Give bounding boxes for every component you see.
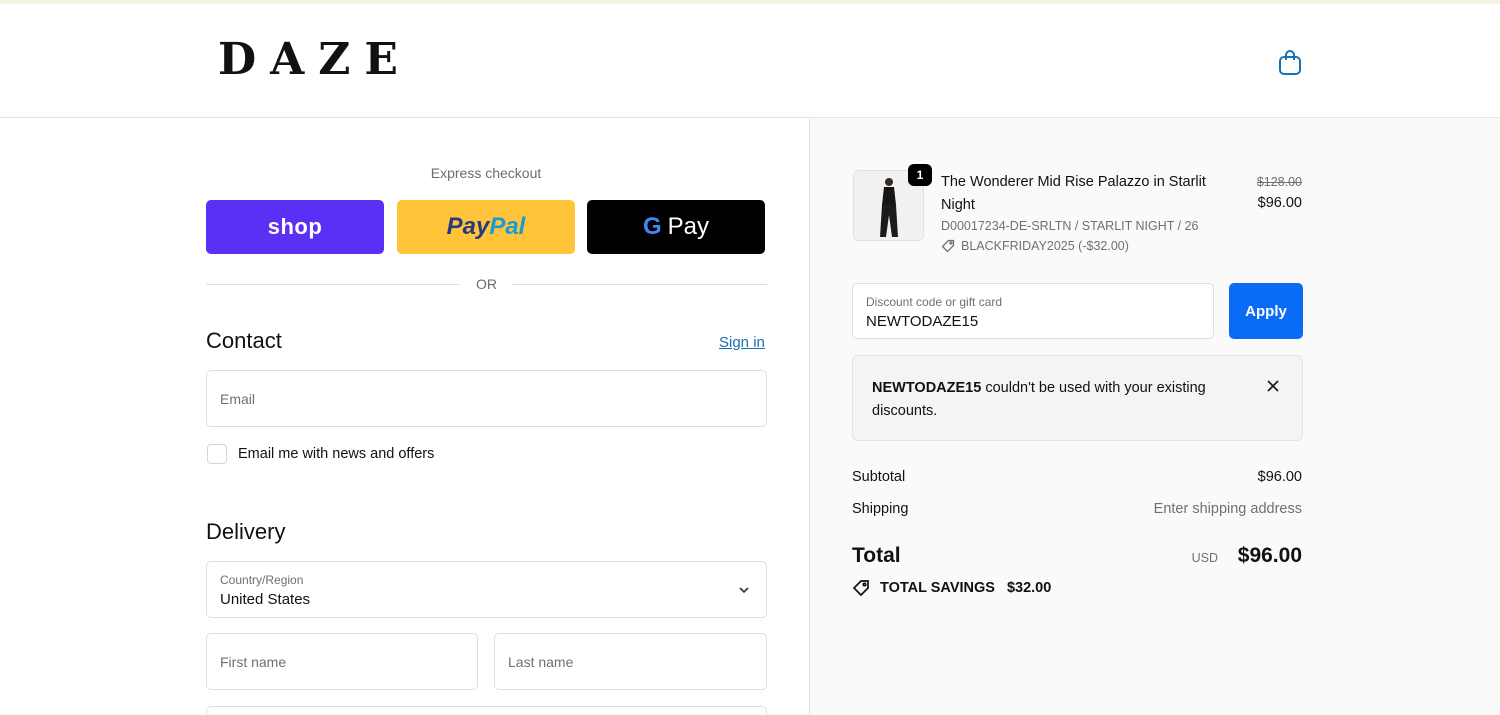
close-icon[interactable] [1265, 378, 1281, 394]
product-discount: BLACKFRIDAY2025 (-$32.00) [941, 239, 1129, 253]
first-name-placeholder: First name [220, 654, 287, 670]
brand-logo[interactable]: DAZE [218, 38, 412, 82]
total-value: $96.00 [1237, 544, 1302, 567]
email-field[interactable]: Email [206, 370, 767, 427]
country-value: United States [220, 591, 311, 608]
shop-pay-button[interactable]: shop [206, 200, 384, 254]
first-name-field[interactable]: First name [206, 633, 478, 690]
or-text: OR [476, 276, 497, 292]
savings-label: TOTAL SAVINGS [880, 580, 995, 596]
quantity-badge: 1 [908, 164, 932, 186]
subtotal-value: $96.00 [1257, 469, 1302, 485]
discount-code-field[interactable]: Discount code or gift card NEWTODAZE15 [852, 283, 1214, 339]
discount-error-banner: NEWTODAZE15 couldn't be used with your e… [852, 355, 1303, 441]
discount-code-value: NEWTODAZE15 [866, 313, 979, 330]
chevron-down-icon [739, 587, 749, 594]
contact-title: Contact [206, 328, 282, 353]
paypal-button[interactable]: Pay Pal [397, 200, 575, 254]
product-discount-text: BLACKFRIDAY2025 (-$32.00) [961, 239, 1129, 253]
newsletter-checkbox[interactable] [207, 444, 227, 464]
price-current: $96.00 [1257, 195, 1302, 211]
google-pay-label: Pay [667, 213, 710, 240]
delivery-title: Delivery [206, 519, 286, 544]
discount-code-label: Discount code or gift card [866, 295, 1003, 309]
express-checkout-label: Express checkout [430, 165, 542, 181]
email-placeholder: Email [220, 391, 256, 407]
shipping-value: Enter shipping address [1153, 501, 1302, 517]
google-pay-button[interactable]: G Pay [587, 200, 765, 254]
address-field[interactable] [206, 706, 767, 715]
total-savings: TOTAL SAVINGS $32.00 [852, 579, 1051, 597]
newsletter-label: Email me with news and offers [238, 446, 435, 462]
total-label: Total [852, 544, 901, 567]
site-header: DAZE [0, 4, 1500, 118]
subtotal-label: Subtotal [852, 469, 906, 485]
discount-error-code: NEWTODAZE15 [872, 380, 982, 396]
shop-pay-label: shop [267, 214, 323, 239]
sign-in-link[interactable]: Sign in [719, 334, 765, 351]
paypal-label-part1: Pay [446, 213, 490, 240]
shopping-bag-icon[interactable] [1277, 48, 1303, 76]
country-label: Country/Region [220, 573, 304, 587]
google-g-icon: G [642, 213, 662, 240]
shipping-label: Shipping [852, 501, 909, 517]
or-divider: OR [206, 276, 767, 294]
apply-discount-button[interactable]: Apply [1229, 283, 1303, 339]
last-name-placeholder: Last name [508, 654, 574, 670]
savings-tag-icon [852, 580, 869, 597]
total-currency: USD [1191, 551, 1218, 565]
product-name: The Wonderer Mid Rise Palazzo in Starlit… [941, 174, 1206, 213]
tag-icon [941, 239, 955, 253]
savings-value: $32.00 [1006, 580, 1052, 596]
price-original: $128.00 [1256, 175, 1302, 189]
product-variant: D00017234-DE-SRLTN / STARLIT NIGHT / 26 [941, 219, 1199, 233]
country-select[interactable]: Country/Region United States [206, 561, 767, 618]
last-name-field[interactable]: Last name [494, 633, 767, 690]
discount-error-text: NEWTODAZE15 couldn't be used with your e… [872, 377, 1242, 423]
paypal-label-part2: Pal [489, 213, 526, 240]
